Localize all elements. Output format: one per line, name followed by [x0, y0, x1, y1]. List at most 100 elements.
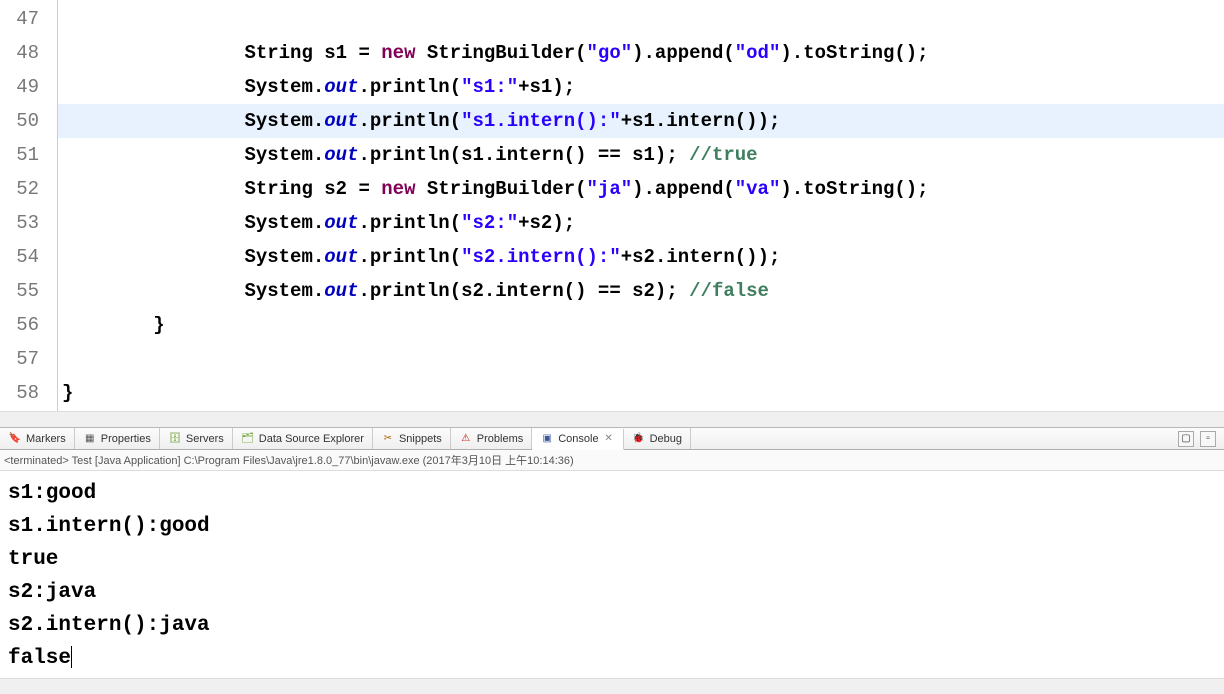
code-token-plain: .println(s1.intern() == s1);: [358, 144, 689, 166]
code-token-str: "go": [587, 42, 633, 64]
tabs-toolbar-right: ▢ ▫: [1178, 431, 1224, 447]
console-scrollbar-horizontal[interactable]: [0, 678, 1224, 694]
gutter: 474849505152535455565758: [0, 0, 58, 411]
code-line[interactable]: [58, 2, 1224, 36]
code-token-plain: String s2 =: [244, 178, 381, 200]
code-token-plain: .println(: [358, 76, 461, 98]
maximize-view-button[interactable]: ▢: [1178, 431, 1194, 447]
tab-label: Console: [558, 433, 598, 445]
tab-label: Markers: [26, 433, 66, 445]
code-token-plain: System.: [244, 110, 324, 132]
tab-data-source-explorer[interactable]: 🗂 Data Source Explorer: [233, 428, 373, 449]
code-token-kw: new: [381, 42, 415, 64]
code-token-plain: .println(: [358, 212, 461, 234]
code-line[interactable]: }: [58, 308, 1224, 342]
code-line[interactable]: }: [58, 376, 1224, 410]
code-token-plain: +s1.intern());: [621, 110, 781, 132]
markers-icon: 🔖: [8, 432, 22, 446]
line-number: 52: [0, 172, 57, 206]
code-token-plain: +s2.intern());: [621, 246, 781, 268]
code-line[interactable]: [58, 342, 1224, 376]
tab-label: Debug: [650, 433, 682, 445]
code-token-fld: out: [324, 76, 358, 98]
console-process-header: <terminated> Test [Java Application] C:\…: [0, 450, 1224, 471]
code-token-plain: ).toString();: [780, 178, 928, 200]
code-token-plain: .println(s2.intern() == s2);: [358, 280, 689, 302]
code-token-str: "s1:": [461, 76, 518, 98]
code-token-str: "s1.intern():": [461, 110, 621, 132]
code-token-plain: ).toString();: [780, 42, 928, 64]
code-token-str: "s2.intern():": [461, 246, 621, 268]
console-line: true: [8, 543, 1216, 576]
tab-label: Problems: [477, 433, 523, 445]
tab-snippets[interactable]: ✂Snippets: [373, 428, 451, 449]
tab-label: Properties: [101, 433, 151, 445]
tab-servers[interactable]: 🗄 Servers: [160, 428, 233, 449]
code-token-fld: out: [324, 110, 358, 132]
code-token-plain: ).append(: [632, 42, 735, 64]
line-number: 56: [0, 308, 57, 342]
tab-label: Data Source Explorer: [259, 433, 364, 445]
code-line[interactable]: System.out.println(s2.intern() == s2); /…: [58, 274, 1224, 308]
tab-markers[interactable]: 🔖 Markers: [0, 428, 75, 449]
code-token-fld: out: [324, 246, 358, 268]
code-line[interactable]: System.out.println("s1.intern():"+s1.int…: [58, 104, 1224, 138]
text-cursor: [71, 646, 72, 668]
console-icon: ▣: [540, 432, 554, 446]
tab-label: Servers: [186, 433, 224, 445]
console-output[interactable]: s1:goods1.intern():goodtrues2:javas2.int…: [0, 471, 1224, 678]
code-token-plain: System.: [244, 76, 324, 98]
code-line[interactable]: String s2 = new StringBuilder("ja").appe…: [58, 172, 1224, 206]
code-token-str: "ja": [587, 178, 633, 200]
console-line: s2.intern():java: [8, 609, 1216, 642]
line-number: 50: [0, 104, 57, 138]
tab-debug[interactable]: 🐞Debug: [624, 428, 691, 449]
code-line[interactable]: System.out.println("s1:"+s1);: [58, 70, 1224, 104]
code-token-plain: System.: [244, 212, 324, 234]
console-line: s2:java: [8, 576, 1216, 609]
editor-scrollbar-horizontal[interactable]: [0, 411, 1224, 427]
properties-icon: ▦: [83, 432, 97, 446]
line-number: 54: [0, 240, 57, 274]
tab-properties[interactable]: ▦ Properties: [75, 428, 160, 449]
servers-icon: 🗄: [168, 432, 182, 446]
code-token-plain: +s1);: [518, 76, 575, 98]
tab-problems[interactable]: ⚠ Problems: [451, 428, 532, 449]
console-line: s1:good: [8, 477, 1216, 510]
line-number: 47: [0, 2, 57, 36]
line-number: 49: [0, 70, 57, 104]
code-line[interactable]: String s1 = new StringBuilder("go").appe…: [58, 36, 1224, 70]
close-icon[interactable]: ✕: [603, 433, 615, 445]
code-token-plain: System.: [244, 144, 324, 166]
code-line[interactable]: System.out.println("s2:"+s2);: [58, 206, 1224, 240]
code-token-plain: StringBuilder(: [415, 178, 586, 200]
code-token-str: "va": [735, 178, 781, 200]
code-area[interactable]: String s1 = new StringBuilder("go").appe…: [58, 0, 1224, 411]
code-token-plain: StringBuilder(: [415, 42, 586, 64]
code-token-plain: .println(: [358, 246, 461, 268]
editor-pane: 474849505152535455565758 String s1 = new…: [0, 0, 1224, 411]
code-token-plain: ).append(: [632, 178, 735, 200]
data-source-explorer-icon: 🗂: [241, 432, 255, 446]
code-token-plain: String s1 =: [244, 42, 381, 64]
code-token-plain: }: [153, 314, 164, 336]
code-token-str: "od": [735, 42, 781, 64]
problems-icon: ⚠: [459, 432, 473, 446]
code-token-plain: System.: [244, 280, 324, 302]
line-number: 53: [0, 206, 57, 240]
line-number: 57: [0, 342, 57, 376]
snippets-icon: ✂: [381, 432, 395, 446]
console-line: s1.intern():good: [8, 510, 1216, 543]
line-number: 48: [0, 36, 57, 70]
code-line[interactable]: System.out.println("s2.intern():"+s2.int…: [58, 240, 1224, 274]
code-token-fld: out: [324, 212, 358, 234]
code-line[interactable]: System.out.println(s1.intern() == s1); /…: [58, 138, 1224, 172]
code-token-plain: System.: [244, 246, 324, 268]
tab-console[interactable]: ▣ Console ✕: [532, 429, 623, 450]
minimize-view-button[interactable]: ▫: [1200, 431, 1216, 447]
line-number: 58: [0, 376, 57, 410]
line-number: 55: [0, 274, 57, 308]
code-token-plain: .println(: [358, 110, 461, 132]
views-tab-bar: 🔖 Markers ▦ Properties 🗄 Servers 🗂 Data Source …: [0, 427, 1224, 450]
code-token-cmt: //false: [689, 280, 769, 302]
